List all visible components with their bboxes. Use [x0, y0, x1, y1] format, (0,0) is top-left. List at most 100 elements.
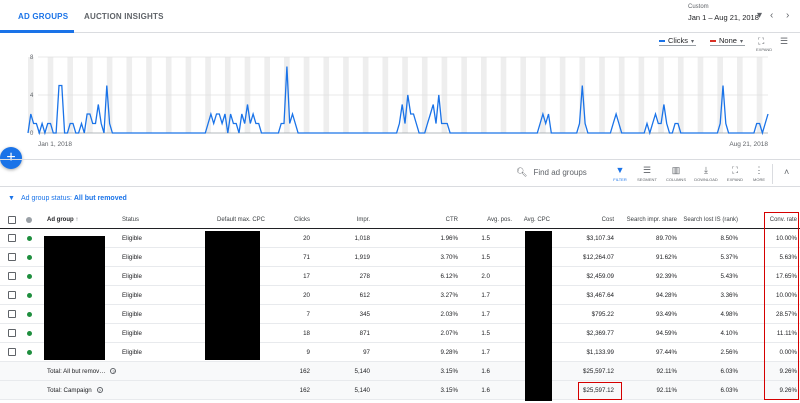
row-checkbox[interactable] — [8, 291, 16, 299]
ctr-cell: 6.12% — [440, 273, 458, 280]
tab-ad-groups[interactable]: AD GROUPS — [18, 12, 68, 21]
table-row[interactable]: Eligible 18 871 2.07% 1.5 $2,369.77 94.59% 4.10… — [0, 324, 800, 343]
col-status[interactable]: Status — [122, 217, 139, 223]
total-row: Total: All but remov…? 162 5,140 3.15% 1.6 $2… — [0, 362, 800, 381]
chevron-up-icon[interactable]: ˄ — [784, 167, 789, 177]
avg_pos-cell: 1.5 — [481, 254, 490, 261]
status-dot-enabled[interactable] — [27, 255, 32, 260]
filter-tool[interactable]: ▼ FILTER — [605, 165, 635, 182]
segment-tool[interactable]: ☰ SEGMENT — [632, 165, 662, 182]
row-checkbox[interactable] — [8, 348, 16, 356]
status-cell: Eligible — [122, 349, 142, 356]
status-dot-enabled[interactable] — [27, 236, 32, 241]
status-dot-enabled[interactable] — [27, 312, 32, 317]
total-sis-cell: 92.11% — [656, 368, 677, 375]
status-header-icon — [26, 217, 32, 223]
sis-cell: 97.44% — [656, 349, 677, 356]
status-cell: Eligible — [122, 235, 142, 242]
table-row[interactable]: Eligible 7 345 2.03% 1.7 $795.22 93.49% 4.98% 28… — [0, 305, 800, 324]
col-avg-pos[interactable]: Avg. pos. — [460, 217, 512, 223]
col-avg-cpc[interactable]: Avg. CPC — [510, 217, 550, 223]
total-label: Total: Campaign? — [47, 387, 103, 394]
date-range-picker[interactable]: Custom Jan 1 – Aug 21, 2018 — [688, 4, 759, 22]
table-row[interactable]: Eligible 20 612 3.27% 1.7 $3,467.64 94.28% 3.36… — [0, 286, 800, 305]
sis-cell: 89.70% — [656, 235, 677, 242]
ad-groups-table: Ad group ↑ Status Default max. CPC Click… — [0, 211, 800, 400]
total-lost-cell: 6.03% — [720, 387, 738, 394]
clicks-cell: 9 — [306, 349, 310, 356]
status-cell: Eligible — [122, 254, 142, 261]
ctr-cell: 2.03% — [440, 311, 458, 318]
impr-cell: 97 — [363, 349, 370, 356]
col-ad-group-label: Ad group — [47, 217, 74, 223]
total-label-text: Total: All but remov… — [47, 368, 106, 375]
total-label: Total: All but remov…? — [47, 368, 117, 375]
total-cost-cell: $25,597.12 — [583, 368, 614, 375]
status-dot-enabled[interactable] — [27, 350, 32, 355]
filter-label: FILTER — [613, 177, 627, 182]
columns-icon: ▥ — [671, 165, 681, 175]
download-tool[interactable]: ⤓ DOWNLOAD — [691, 165, 721, 182]
row-checkbox[interactable] — [8, 272, 16, 280]
impr-cell: 1,919 — [354, 254, 370, 261]
col-cost[interactable]: Cost — [572, 217, 614, 223]
top-bar: AD GROUPS AUCTION INSIGHTS Custom Jan 1 … — [0, 0, 800, 33]
info-icon[interactable]: ? — [110, 368, 117, 375]
status-dot-enabled[interactable] — [27, 293, 32, 298]
col-default-cpc[interactable]: Default max. CPC — [185, 217, 265, 223]
filter-value: All but removed — [73, 195, 127, 202]
sis-cell: 94.28% — [656, 292, 677, 299]
cost-cell: $1,133.99 — [586, 349, 614, 356]
status-cell: Eligible — [122, 273, 142, 280]
lost-cell: 5.43% — [720, 273, 738, 280]
avg_pos-cell: 1.7 — [481, 349, 490, 356]
col-impr[interactable]: Impr. — [330, 217, 370, 223]
status-cell: Eligible — [122, 292, 142, 299]
sis-cell: 94.59% — [656, 330, 677, 337]
columns-tool[interactable]: ▥ COLUMNS — [661, 165, 691, 182]
impr-cell: 278 — [359, 273, 370, 280]
total-label-text: Total: Campaign — [47, 387, 92, 394]
row-checkbox[interactable] — [8, 253, 16, 261]
active-tab-indicator — [0, 30, 74, 33]
chevron-right-icon[interactable]: › — [786, 10, 789, 21]
table-row[interactable]: Eligible 17 278 6.12% 2.0 $2,459.09 92.39% 5.43… — [0, 267, 800, 286]
tab-auction-insights[interactable]: AUCTION INSIGHTS — [84, 12, 164, 21]
filter-icon: ▼ — [8, 195, 15, 202]
chevron-left-icon[interactable]: ‹ — [770, 10, 773, 21]
table-row[interactable]: Eligible 20 1,018 1.96% 1.5 $3,107.34 89.70% 8.… — [0, 229, 800, 248]
filter-icon: ▼ — [615, 165, 625, 175]
avg_pos-cell: 1.5 — [481, 235, 490, 242]
info-icon[interactable]: ? — [96, 387, 103, 394]
ctr-cell: 1.96% — [440, 235, 458, 242]
select-all-checkbox[interactable] — [8, 216, 16, 224]
download-icon: ⤓ — [704, 165, 708, 175]
table-row[interactable]: Eligible 9 97 9.28% 1.7 $1,133.99 97.44% 2.56% 0… — [0, 343, 800, 362]
table-header: Ad group ↑ Status Default max. CPC Click… — [0, 211, 800, 229]
sort-ascending-icon[interactable]: ↑ — [75, 217, 78, 223]
lost-cell: 4.10% — [720, 330, 738, 337]
col-search-impr-share[interactable]: Search impr. share — [615, 217, 677, 223]
col-ad-group[interactable]: Ad group ↑ — [47, 217, 78, 223]
date-dropdown-icon[interactable]: ▾ — [757, 10, 762, 21]
avg_pos-cell: 1.7 — [481, 292, 490, 299]
table-body: Eligible 20 1,018 1.96% 1.5 $3,107.34 89.70% 8.… — [0, 229, 800, 400]
avg_pos-cell: 2.0 — [481, 273, 490, 280]
more-tool[interactable]: ⋮ MORE — [744, 165, 774, 182]
impr-cell: 612 — [359, 292, 370, 299]
date-range-value[interactable]: Jan 1 – Aug 21, 2018 — [688, 13, 759, 22]
lost-cell: 2.56% — [720, 349, 738, 356]
col-clicks[interactable]: Clicks — [270, 217, 310, 223]
col-ctr[interactable]: CTR — [418, 217, 458, 223]
row-checkbox[interactable] — [8, 329, 16, 337]
search-field[interactable]: 🔍︎ Find ad groups — [516, 167, 587, 178]
total-avg_pos-cell: 1.6 — [481, 387, 490, 394]
status-dot-enabled[interactable] — [27, 331, 32, 336]
active-filter[interactable]: ▼ Ad group status: All but removed — [8, 195, 127, 202]
lost-cell: 5.37% — [720, 254, 738, 261]
row-checkbox[interactable] — [8, 234, 16, 242]
status-dot-enabled[interactable] — [27, 274, 32, 279]
table-row[interactable]: Eligible 71 1,919 3.70% 1.5 $12,264.07 91.62% 5… — [0, 248, 800, 267]
col-search-lost-is[interactable]: Search lost IS (rank) — [676, 217, 738, 223]
row-checkbox[interactable] — [8, 310, 16, 318]
